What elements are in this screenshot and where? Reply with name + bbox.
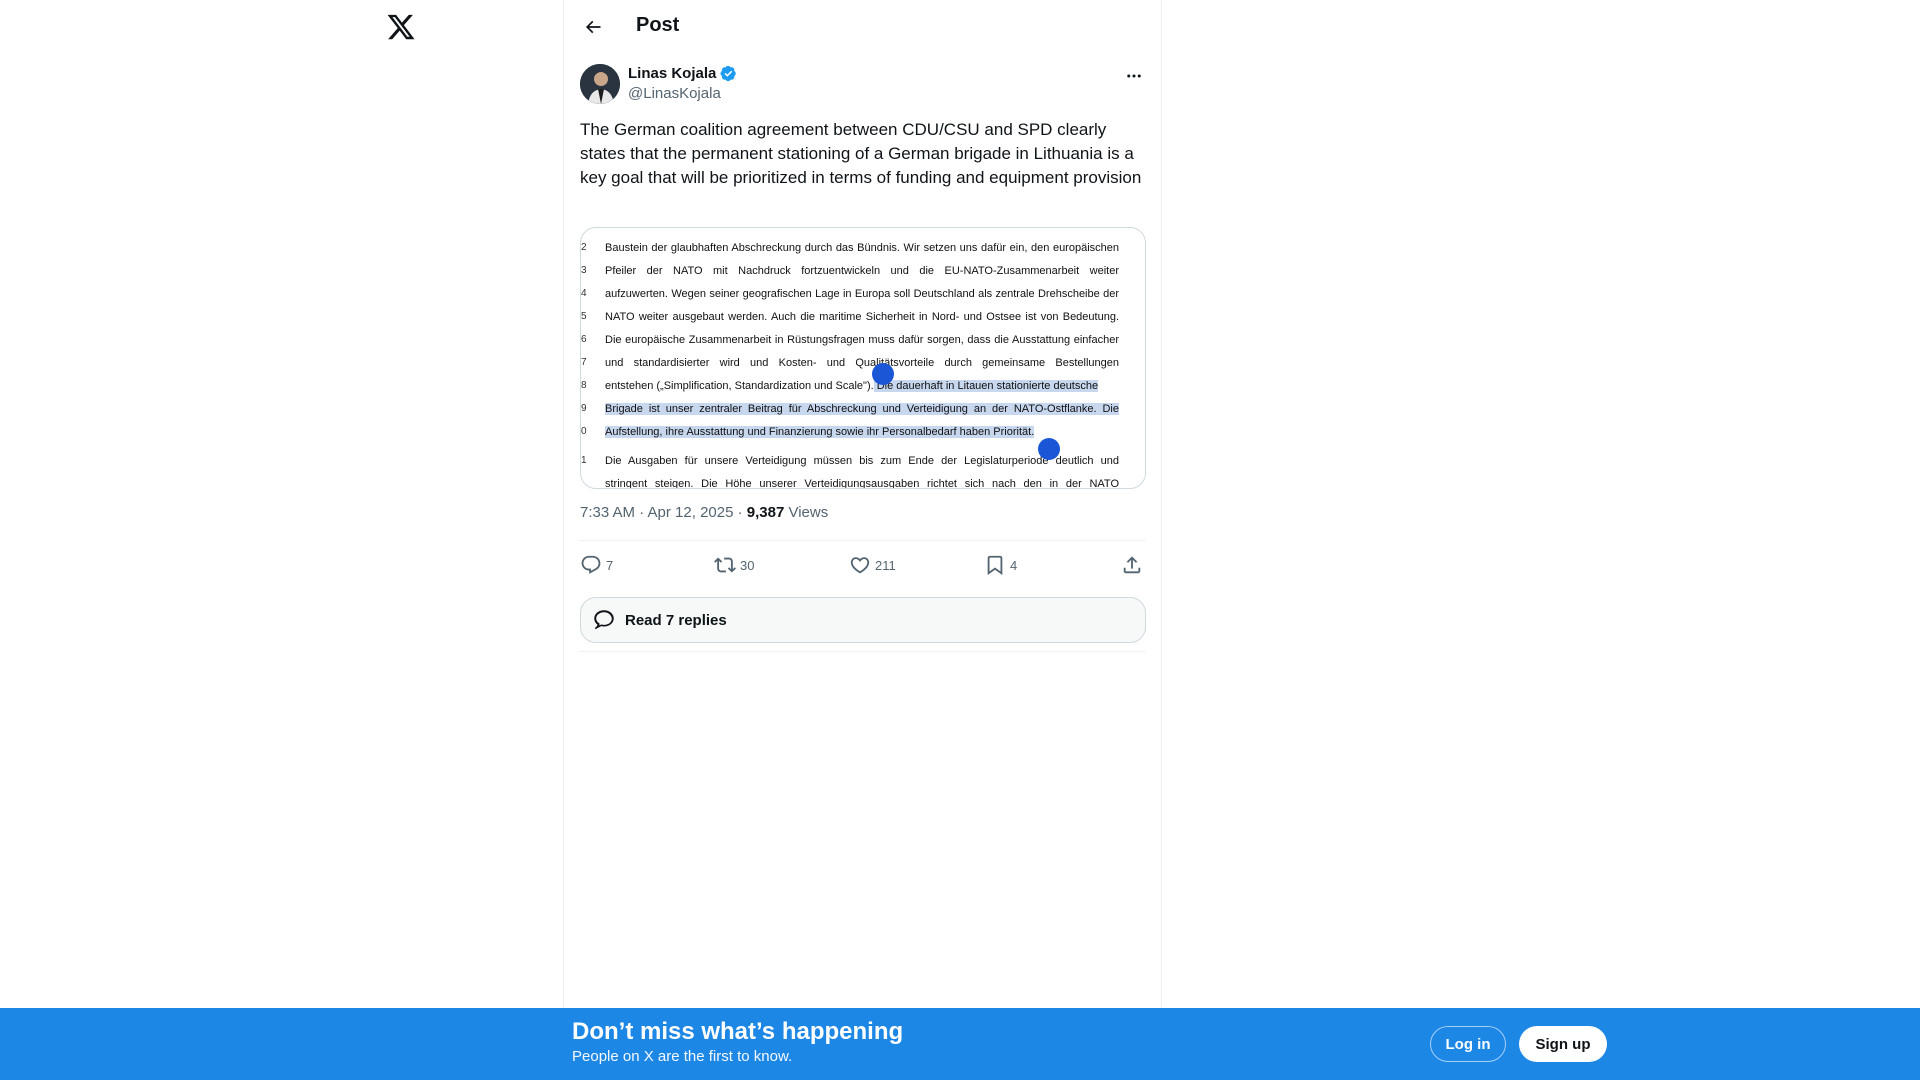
- share-button[interactable]: [1121, 549, 1143, 581]
- doc-line-number: 7: [581, 357, 587, 368]
- doc-text-line: entstehen („Simplification, Standardizat…: [605, 380, 1119, 392]
- signup-banner: Don’t miss what’s happening People on X …: [0, 1008, 1920, 1080]
- author-name[interactable]: Linas Kojala: [628, 65, 716, 82]
- bookmark-button[interactable]: 4: [984, 549, 1017, 581]
- avatar[interactable]: [580, 64, 620, 104]
- tweet-image[interactable]: 2 3 4 5 6 7 8 9 0 1 Baustein der glaubha…: [580, 227, 1146, 489]
- doc-text-line: Aufstellung, ihre Ausstattung und Finanz…: [605, 426, 1119, 438]
- views-count: 9,387: [746, 504, 785, 521]
- doc-text-line: aufzuwerten. Wegen seiner geografischen …: [605, 288, 1119, 300]
- replies-bubble-icon: [594, 610, 614, 630]
- doc-line-number: 9: [581, 403, 587, 414]
- doc-text-segment: entstehen („Simplification, Standardizat…: [605, 380, 874, 392]
- divider: [580, 540, 1146, 541]
- share-icon: [1123, 556, 1141, 574]
- views-label: Views: [784, 504, 829, 521]
- like-button[interactable]: 211: [849, 549, 896, 581]
- page-title: Post: [636, 14, 680, 36]
- reply-button[interactable]: 7: [580, 549, 613, 581]
- banner-title: Don’t miss what’s happening: [572, 1018, 904, 1045]
- selection-start-handle[interactable]: [872, 363, 894, 385]
- selected-text: Brigade ist unser zentraler Beitrag für …: [605, 403, 1119, 415]
- login-button[interactable]: Log in: [1430, 1026, 1506, 1062]
- selected-text: Die dauerhaft in Litauen stationierte de…: [873, 380, 1099, 392]
- tweet-timestamp[interactable]: 7:33 AM · Apr 12, 2025 ·: [580, 504, 747, 521]
- author-block: Linas Kojala @LinasKojala: [580, 64, 1146, 108]
- doc-line-number: 5: [581, 311, 587, 322]
- arrow-left-icon: [585, 20, 601, 34]
- doc-line-numbers: 2 3 4 5 6 7 8 9 0 1: [581, 228, 587, 488]
- read-replies-button[interactable]: Read 7 replies: [580, 597, 1146, 643]
- doc-text-line: Die europäische Zusammenarbeit in Rüstun…: [605, 334, 1119, 346]
- reply-icon: [581, 555, 601, 574]
- doc-line-number: 4: [581, 288, 587, 299]
- divider: [580, 651, 1146, 652]
- bookmark-icon: [987, 555, 1003, 576]
- doc-text-line: Pfeiler der NATO mit Nachdruck fortzuent…: [605, 265, 1119, 277]
- heart-icon: [850, 557, 870, 574]
- doc-line-number: 0: [581, 426, 587, 437]
- doc-line-number: 6: [581, 334, 587, 345]
- doc-text-line: Baustein der glaubhaften Abschreckung du…: [605, 242, 1119, 254]
- doc-line-number: 2: [581, 242, 587, 253]
- reply-count: 7: [606, 557, 614, 573]
- verified-badge-icon: [720, 65, 737, 82]
- back-button[interactable]: [580, 14, 606, 40]
- bookmark-count: 4: [1010, 557, 1018, 573]
- tweet-meta: 7:33 AM · Apr 12, 2025 · 9,387 Views: [580, 504, 828, 521]
- tweet-text: The German coalition agreement between C…: [580, 120, 1142, 187]
- x-logo-icon[interactable]: [386, 12, 416, 42]
- doc-line-number: 1: [581, 455, 587, 466]
- action-bar: 7 30 211 4: [580, 549, 1146, 581]
- banner-subtitle: People on X are the first to know.: [572, 1048, 793, 1065]
- like-count: 211: [875, 557, 896, 573]
- doc-text-line: und standardisierter wird und Kosten- un…: [605, 357, 1119, 369]
- post-header: Post: [564, 0, 1161, 53]
- selected-text: Aufstellung, ihre Ausstattung und Finanz…: [605, 426, 1035, 438]
- doc-text-line: stringent steigen. Die Höhe unserer Vert…: [605, 478, 1119, 489]
- repost-button[interactable]: 30: [714, 549, 754, 581]
- post-column: Post Linas Kojala @LinasKojala The Germa…: [563, 0, 1162, 1080]
- doc-line-number: 8: [581, 380, 587, 391]
- read-replies-label: Read 7 replies: [625, 611, 727, 629]
- repost-icon: [714, 557, 736, 573]
- doc-line-number: 3: [581, 265, 587, 276]
- signup-button[interactable]: Sign up: [1519, 1026, 1607, 1062]
- author-handle[interactable]: @LinasKojala: [628, 85, 721, 102]
- more-options-button[interactable]: [1122, 64, 1146, 88]
- selection-end-handle[interactable]: [1038, 438, 1060, 460]
- more-dots-icon: [1127, 74, 1141, 78]
- repost-count: 30: [740, 557, 755, 573]
- doc-text-line: NATO weiter ausgebaut werden. Auch die m…: [605, 311, 1119, 323]
